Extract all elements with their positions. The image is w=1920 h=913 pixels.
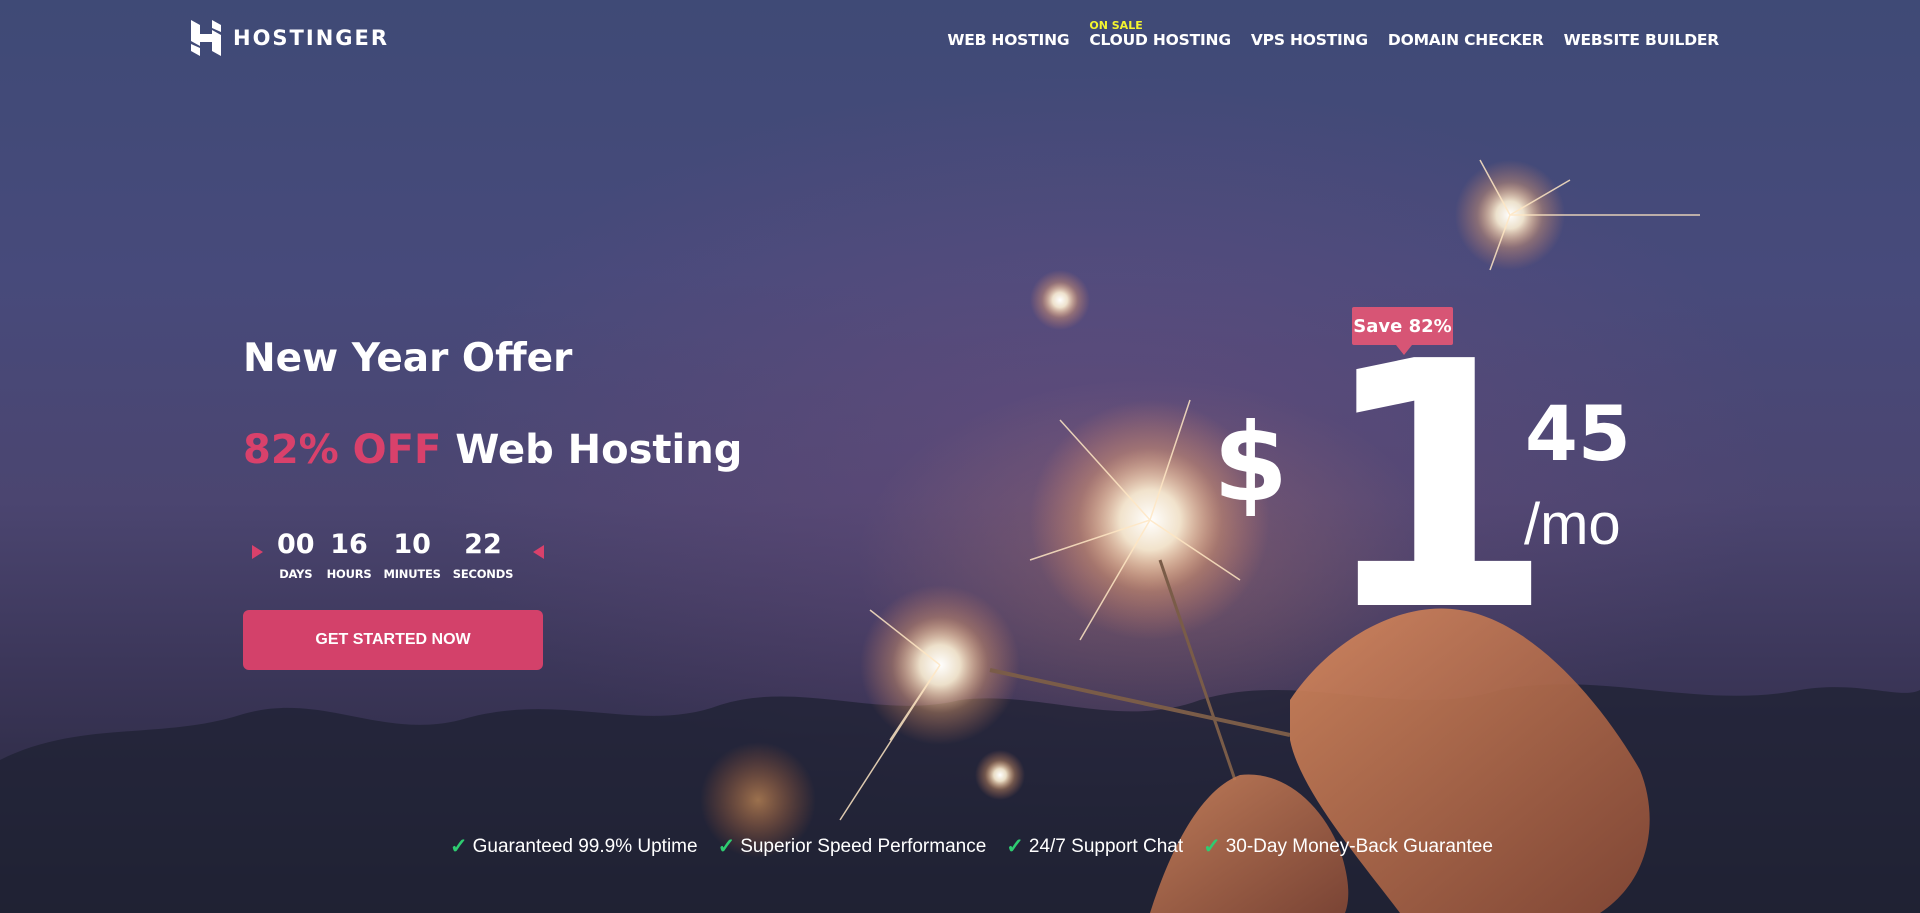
countdown-seconds-value: 22 (464, 529, 502, 560)
feature-support: 24/7 Support Chat (1028, 835, 1184, 857)
countdown-timer: 00 DAYS 16 HOURS 10 MINUTES 22 SECONDS (252, 529, 545, 581)
hostinger-logo[interactable]: HOSTINGER (191, 20, 389, 56)
countdown-days-label: DAYS (279, 567, 313, 581)
nav-cloud-hosting-label: CLOUD HOSTING (1089, 31, 1231, 49)
countdown-minutes-value: 10 (393, 529, 431, 560)
logo-text: HOSTINGER (233, 26, 390, 50)
hostinger-logo-icon (191, 20, 221, 56)
countdown-hours-label: HOURS (326, 567, 372, 581)
nav-website-builder-label: WEBSITE BUILDER (1563, 31, 1720, 49)
countdown-days: 00 DAYS (277, 529, 315, 581)
nav-cloud-hosting[interactable]: ON SALE CLOUD HOSTING (1089, 19, 1231, 49)
feature-uptime: Guaranteed 99.9% Uptime (472, 835, 698, 857)
price-currency: $ (1213, 401, 1289, 526)
triangle-arrow-left-icon (533, 545, 545, 559)
hero-page: HOSTINGER WEB HOSTING ON SALE CLOUD HOST… (0, 0, 1920, 913)
nav-website-builder[interactable]: WEBSITE BUILDER (1563, 31, 1720, 49)
feature-list: ✓ Guaranteed 99.9% Uptime ✓ Superior Spe… (450, 834, 1493, 859)
price-cents: 45 (1525, 389, 1631, 478)
check-icon: ✓ (450, 835, 468, 858)
nav-domain-checker[interactable]: DOMAIN CHECKER (1388, 31, 1544, 49)
feature-item: ✓ Superior Speed Performance (718, 834, 987, 859)
offer-subtitle: 82% OFF Web Hosting (243, 427, 742, 473)
countdown-minutes-label: MINUTES (383, 567, 441, 581)
nav-vps-hosting[interactable]: VPS HOSTING (1251, 31, 1368, 49)
countdown-minutes: 10 MINUTES (383, 529, 440, 581)
price-dollars: 1 (1318, 290, 1555, 686)
countdown-seconds: 22 SECONDS (452, 529, 514, 581)
discount-text: 82% OFF (243, 427, 442, 473)
price-period: /mo (1524, 492, 1621, 557)
feature-item: ✓ 30-Day Money-Back Guarantee (1203, 834, 1493, 859)
nav-web-hosting[interactable]: WEB HOSTING (947, 31, 1069, 49)
nav-web-hosting-label: WEB HOSTING (947, 31, 1070, 49)
get-started-button[interactable]: GET STARTED NOW (243, 610, 543, 670)
main-nav: WEB HOSTING ON SALE CLOUD HOSTING VPS HO… (947, 19, 1720, 49)
feature-item: ✓ Guaranteed 99.9% Uptime (450, 834, 698, 859)
check-icon: ✓ (717, 835, 736, 858)
feature-guarantee: 30-Day Money-Back Guarantee (1225, 835, 1493, 857)
check-icon: ✓ (1203, 835, 1221, 858)
check-icon: ✓ (1006, 835, 1024, 858)
feature-speed: Superior Speed Performance (740, 835, 987, 857)
product-text: Web Hosting (455, 427, 743, 473)
on-sale-badge: ON SALE (1089, 19, 1143, 32)
nav-vps-hosting-label: VPS HOSTING (1250, 31, 1368, 49)
triangle-arrow-right-icon (252, 545, 263, 559)
offer-title: New Year Offer (243, 336, 573, 381)
countdown-hours-value: 16 (330, 529, 368, 560)
feature-item: ✓ 24/7 Support Chat (1006, 834, 1183, 859)
countdown-days-value: 00 (277, 529, 315, 560)
countdown-hours: 16 HOURS (327, 529, 372, 581)
countdown-seconds-label: SECONDS (452, 567, 514, 581)
nav-domain-checker-label: DOMAIN CHECKER (1387, 31, 1544, 49)
